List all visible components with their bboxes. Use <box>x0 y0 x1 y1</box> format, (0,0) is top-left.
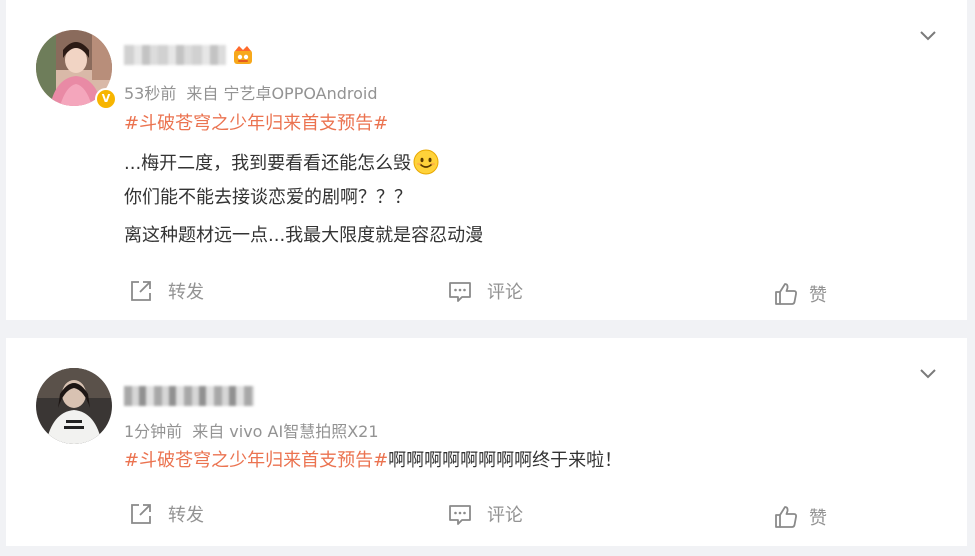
username-blurred[interactable] <box>124 386 254 406</box>
verified-badge-icon: V <box>95 88 117 110</box>
forward-button[interactable]: 转发 <box>128 276 204 306</box>
weibo-post-1: V 53秒前 来自 宁艺卓OPPOAndroid #斗破苍穹之少年归来首支预告# … <box>6 0 967 320</box>
topic-link[interactable]: #斗破苍穹之少年归来首支预告# <box>124 450 388 471</box>
weibo-post-2: 1分钟前 来自 vivo AI智慧拍照X21 #斗破苍穹之少年归来首支预告#啊啊啊… <box>6 338 967 546</box>
topic-link[interactable]: #斗破苍穹之少年归来首支预告# <box>124 112 388 136</box>
comment-icon <box>449 282 471 302</box>
thumbs-up-icon <box>775 283 797 305</box>
forward-icon <box>131 504 151 524</box>
vip-member-icon[interactable] <box>232 44 254 66</box>
post-actions: 转发 评论 赞 <box>6 276 967 306</box>
post-text-line: 你们能不能去接谈恋爱的剧啊？？？ <box>124 187 412 208</box>
post-time[interactable]: 53秒前 <box>124 84 176 103</box>
post-meta: 53秒前 来自 宁艺卓OPPOAndroid <box>124 80 388 104</box>
smile-emoji-icon <box>413 149 439 175</box>
username-blurred[interactable] <box>124 45 226 65</box>
post-text-line: #斗破苍穹之少年归来首支预告#啊啊啊啊啊啊啊啊终于来啦！ <box>124 450 623 471</box>
post-meta: 1分钟前 来自 vivo AI智慧拍照X21 <box>124 418 389 442</box>
post-source: 来自 vivo AI智慧拍照X21 <box>192 422 379 441</box>
comment-button[interactable]: 评论 <box>447 499 523 529</box>
post-text-line: 离这种题材远一点...我最大限度就是容忍动漫 <box>124 225 484 246</box>
thumbs-up-icon <box>775 506 797 528</box>
comment-icon <box>449 505 471 525</box>
post-actions: 转发 评论 赞 <box>6 499 967 529</box>
post-text-line: ...梅开二度，我到要看看还能怎么毁 <box>124 149 439 176</box>
post-time[interactable]: 1分钟前 <box>124 422 182 441</box>
avatar[interactable] <box>36 368 112 444</box>
comment-button[interactable]: 评论 <box>447 276 523 306</box>
forward-button[interactable]: 转发 <box>128 499 204 529</box>
chevron-down-icon[interactable] <box>919 364 937 382</box>
like-button[interactable]: 赞 <box>773 279 827 309</box>
like-button[interactable]: 赞 <box>773 502 827 532</box>
post-source: 来自 宁艺卓OPPOAndroid <box>186 84 378 103</box>
forward-icon <box>131 281 151 301</box>
chevron-down-icon[interactable] <box>919 26 937 44</box>
